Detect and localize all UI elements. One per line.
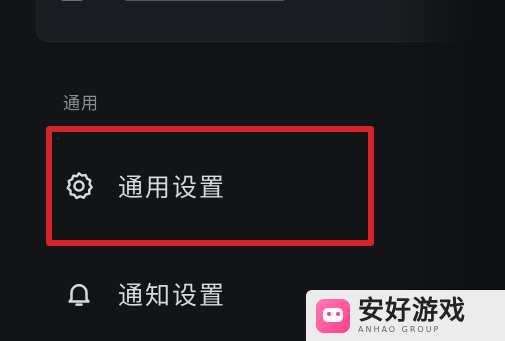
sidebar-item-notification-settings[interactable]: 通知设置 [62,276,226,312]
section-label: 通用 [63,94,99,114]
bell-icon [62,277,96,311]
watermark: 安好游戏 ANHAO GROUP [306,290,505,341]
top-card-text [125,0,285,1]
watermark-title: 安好游戏 [358,295,467,326]
watermark-subtitle: ANHAO GROUP [358,324,441,334]
settings-screen: 通用 通用设置 通知设置 安好游戏 ANHAO GROUP [0,0,505,341]
highlight-box [46,126,374,246]
top-card-icon [61,0,83,1]
sidebar-item-label: 通知设置 [118,281,227,310]
gamepad-logo-icon [316,298,350,333]
